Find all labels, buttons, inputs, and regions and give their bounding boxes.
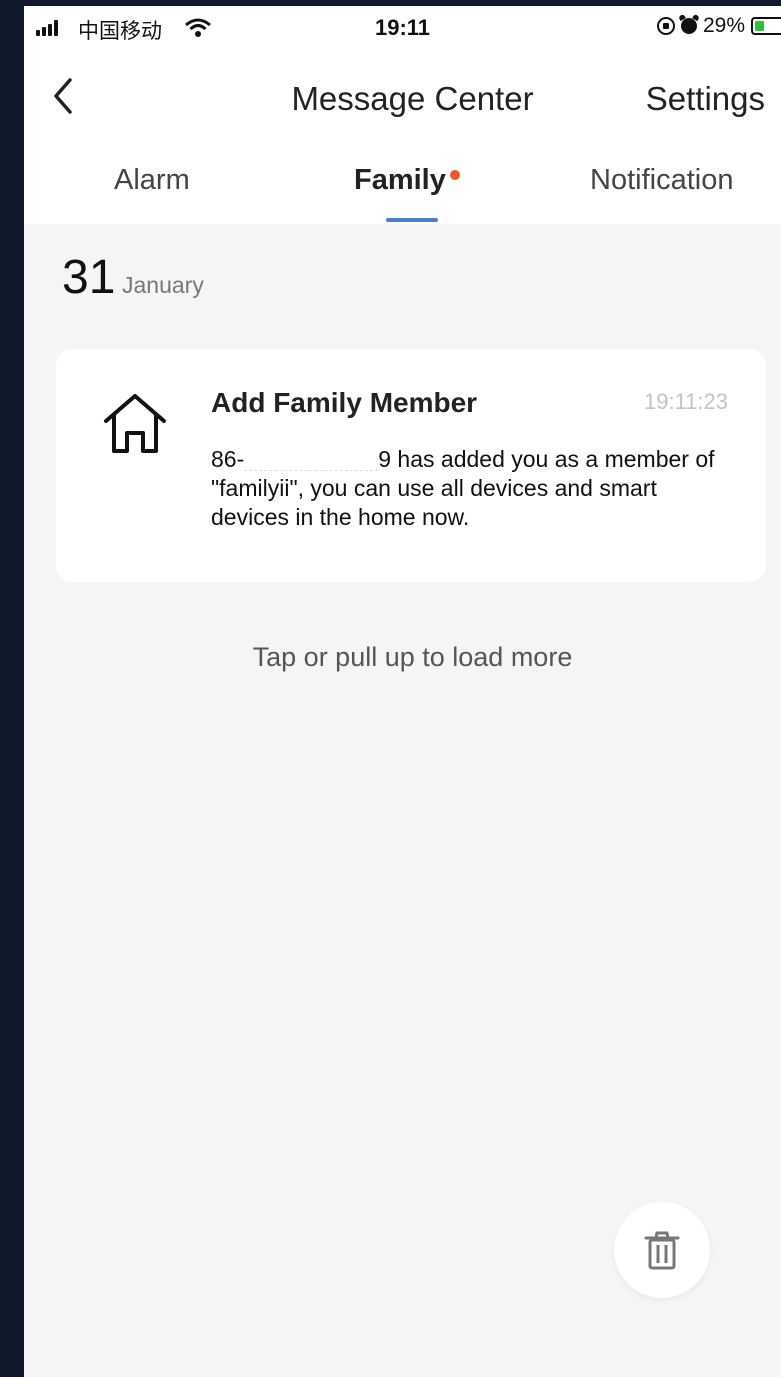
app-screen: 中国移动 19:11 29% Message Center Settings A…	[24, 6, 781, 1377]
rotation-lock-icon	[656, 17, 675, 35]
unread-dot	[449, 170, 460, 180]
alarm-clock-icon	[680, 18, 697, 34]
device-frame: 中国移动 19:11 29% Message Center Settings A…	[0, 0, 781, 1377]
battery-icon	[751, 17, 781, 35]
home-icon	[104, 394, 166, 453]
message-body-prefix: 86-	[211, 446, 245, 472]
active-tab-indicator	[386, 218, 438, 222]
message-card[interactable]: Add Family Member 19:11:23 86- 9 has adde…	[56, 349, 766, 582]
date-month: January	[122, 272, 204, 298]
message-title: Add Family Member	[211, 387, 478, 418]
tab-alarm[interactable]: Alarm	[114, 164, 190, 197]
date-day: 31	[62, 251, 116, 304]
status-right-group: 29%	[656, 14, 781, 38]
tab-label: Family	[354, 164, 446, 196]
settings-button[interactable]: Settings	[646, 80, 765, 118]
tab-notification[interactable]: Notification	[590, 164, 733, 197]
battery-percent: 29%	[702, 14, 745, 37]
tab-family[interactable]: Family	[354, 164, 460, 197]
load-more-button[interactable]: Tap or pull up to load more	[24, 642, 781, 673]
status-bar: 中国移动 19:11 29%	[24, 6, 781, 50]
message-body: 86- 9 has added you as a member of "famil…	[211, 445, 741, 532]
delete-button[interactable]	[614, 1202, 710, 1298]
redacted-phone	[244, 450, 379, 472]
tab-label: Notification	[590, 164, 734, 196]
message-time: 19:11:23	[643, 389, 728, 414]
trash-icon	[644, 1231, 680, 1270]
tab-label: Alarm	[114, 164, 190, 196]
